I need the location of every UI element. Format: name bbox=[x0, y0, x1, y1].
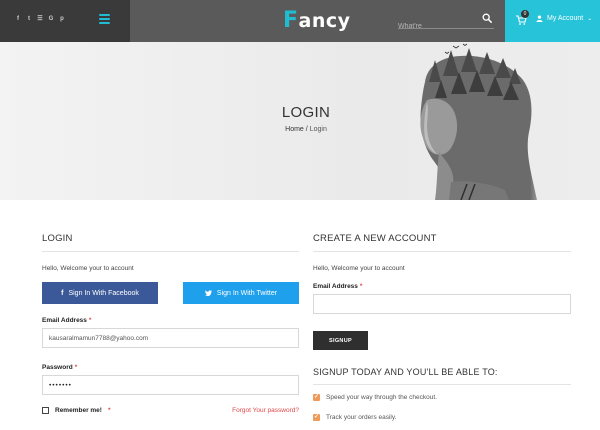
facebook-signin-label: Sign In With Facebook bbox=[68, 289, 139, 297]
twitter-icon bbox=[204, 290, 212, 296]
search-input[interactable] bbox=[398, 20, 476, 33]
breadcrumb: Home / Login bbox=[0, 126, 600, 133]
benefit-text: Speed your way through the checkout. bbox=[326, 394, 437, 401]
email-label: Email Address * bbox=[42, 317, 92, 324]
email-field-group: Email Address * bbox=[42, 317, 299, 348]
password-input[interactable] bbox=[42, 375, 299, 395]
breadcrumb-current: Login bbox=[309, 126, 327, 133]
benefits-heading: SIGNUP TODAY AND YOU'LL BE ABLE TO: bbox=[313, 367, 571, 385]
login-email-input[interactable] bbox=[42, 328, 299, 348]
top-bar-right: 0 My Account ⌄ bbox=[505, 0, 600, 42]
twitter-signin-label: Sign In With Twitter bbox=[216, 289, 278, 297]
twitter-icon[interactable]: t bbox=[26, 15, 32, 23]
search-box bbox=[398, 13, 494, 33]
rss-icon[interactable]: ☰ bbox=[37, 15, 43, 23]
remember-me: Remember me! * bbox=[42, 407, 111, 414]
signup-button[interactable]: SIGNUP bbox=[313, 331, 368, 350]
twitter-signin-button[interactable]: Sign In With Twitter bbox=[183, 282, 299, 304]
benefit-text: Track your orders easily. bbox=[326, 414, 397, 421]
remember-me-checkbox[interactable] bbox=[42, 407, 49, 414]
register-email-label: Email Address * bbox=[313, 283, 363, 290]
chevron-down-icon: ⌄ bbox=[587, 16, 593, 22]
facebook-signin-button[interactable]: f Sign In With Facebook bbox=[42, 282, 158, 304]
cart-count-badge: 0 bbox=[521, 10, 529, 18]
top-bar: f t ☰ G p Fancy 0 My Account ⌄ bbox=[0, 0, 600, 42]
check-icon: ✓ bbox=[313, 414, 320, 421]
register-welcome-text: Hello, Welcome your to account bbox=[313, 265, 405, 272]
site-logo[interactable]: Fancy bbox=[283, 8, 351, 33]
social-links: f t ☰ G p bbox=[15, 15, 65, 23]
remember-me-label: Remember me! bbox=[55, 407, 102, 414]
woman-forest-double-exposure-image bbox=[420, 42, 550, 200]
benefit-item: ✓ Speed your way through the checkout. bbox=[313, 394, 571, 401]
create-account-heading: CREATE A NEW ACCOUNT bbox=[313, 233, 571, 252]
user-icon bbox=[536, 15, 543, 22]
facebook-icon[interactable]: f bbox=[15, 15, 21, 23]
my-account-label: My Account bbox=[547, 15, 584, 22]
social-login-buttons: f Sign In With Facebook Sign In With Twi… bbox=[42, 282, 299, 304]
remember-row: Remember me! * Forgot Your password? bbox=[42, 407, 299, 414]
hamburger-menu-icon[interactable] bbox=[99, 14, 110, 24]
password-field-group: Password * bbox=[42, 364, 299, 395]
facebook-icon: f bbox=[61, 289, 64, 297]
login-heading: LOGIN bbox=[42, 233, 299, 252]
password-label: Password * bbox=[42, 364, 78, 371]
check-icon: ✓ bbox=[313, 394, 320, 401]
search-icon[interactable] bbox=[482, 13, 492, 23]
breadcrumb-separator: / bbox=[305, 126, 308, 133]
top-bar-center: Fancy bbox=[130, 0, 505, 42]
page-title: LOGIN bbox=[281, 104, 331, 121]
breadcrumb-home-link[interactable]: Home bbox=[285, 126, 304, 133]
google-plus-icon[interactable]: G bbox=[48, 15, 54, 23]
top-bar-left: f t ☰ G p bbox=[0, 0, 130, 42]
page-banner: LOGIN Home / Login bbox=[0, 42, 600, 200]
register-email-input[interactable] bbox=[313, 294, 571, 314]
register-section: CREATE A NEW ACCOUNT Hello, Welcome your… bbox=[313, 233, 571, 421]
register-email-group: Email Address * bbox=[313, 283, 571, 314]
login-welcome-text: Hello, Welcome your to account bbox=[42, 265, 134, 272]
my-account-dropdown[interactable]: My Account ⌄ bbox=[536, 15, 592, 22]
login-section: LOGIN Hello, Welcome your to account f S… bbox=[42, 233, 299, 414]
benefit-item: ✓ Track your orders easily. bbox=[313, 414, 571, 421]
pinterest-icon[interactable]: p bbox=[59, 15, 65, 23]
forgot-password-link[interactable]: Forgot Your password? bbox=[232, 407, 299, 414]
